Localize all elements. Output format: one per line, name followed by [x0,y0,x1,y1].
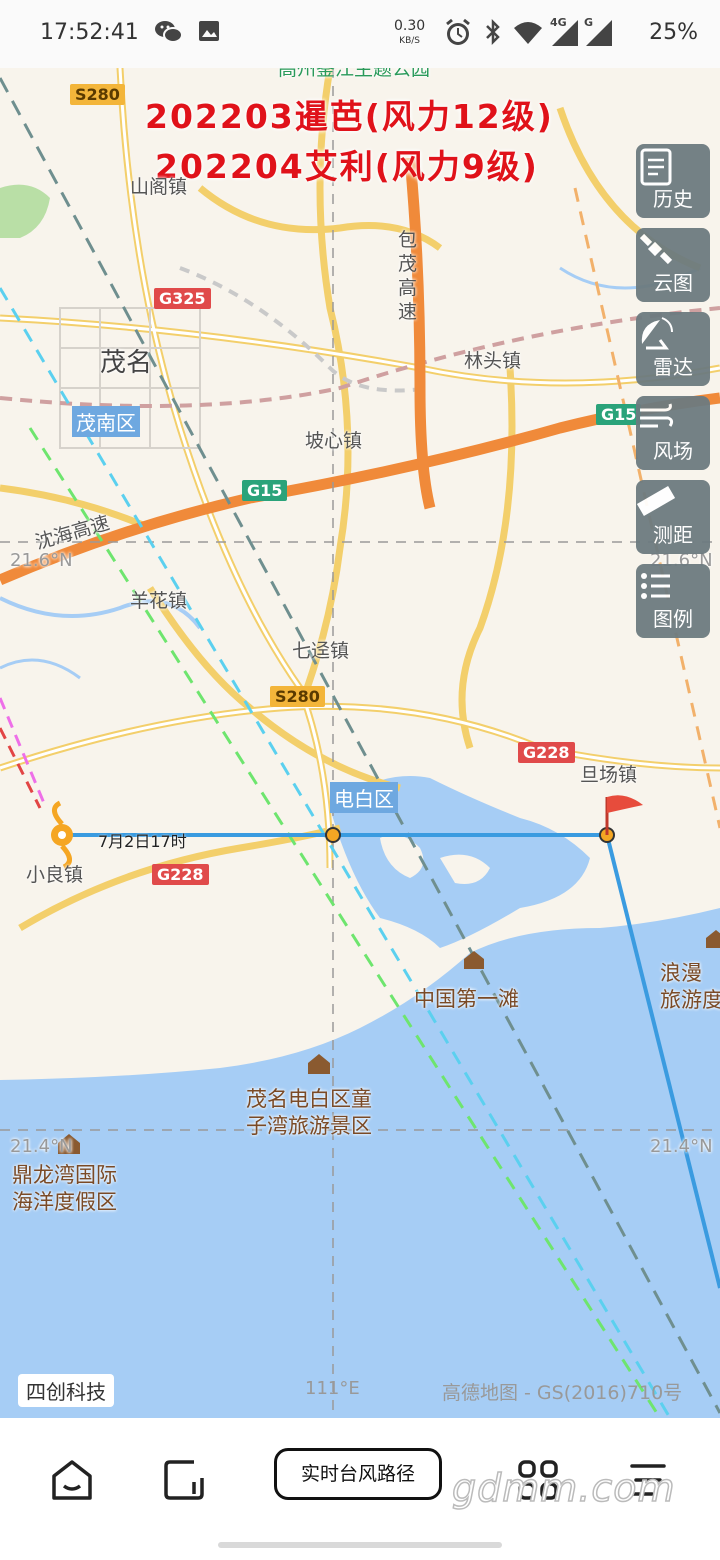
typhoon-icon[interactable] [51,800,73,870]
flag-icon[interactable] [605,795,643,835]
battery-percent: 25% [649,20,698,45]
brand-label: 四创科技 [18,1374,114,1407]
lat-label-214-right: 21.4°N [650,1136,713,1157]
poi-first-beach[interactable]: 中国第一滩 [414,986,519,1013]
network-g-label: G [584,16,594,29]
wifi-icon [512,18,544,50]
map-label-maoming: 茂名 [100,348,153,378]
cloud-image-label: 云图 [653,271,693,295]
radar-label: 雷达 [653,355,693,379]
status-time: 17:52:41 [40,20,139,45]
typhoon-title-2: 202204艾利(风力9级) [155,147,539,186]
road-g15-mid: G15 [242,480,288,501]
wind-field-button[interactable]: 风场 [636,396,710,470]
poi-dinglongwan[interactable]: 鼎龙湾国际 海洋度假区 [12,1162,117,1216]
satellite-icon [636,228,710,274]
bottom-nav: 实时台风路径 gdmm.com [0,1418,720,1560]
signal-icon: G [584,16,614,52]
legend-label: 图例 [653,607,693,631]
district-dianbai: 电白区 [330,782,398,813]
net-speed-unit: KB/S [399,36,420,46]
map-label-shange: 山阁镇 [130,176,188,198]
district-maonan: 茂南区 [72,406,140,437]
typhoon-map[interactable]: 202203暹芭(风力12级) 202204艾利(风力9级) 高州鉴江主题公园 … [0,68,720,1418]
watermark: gdmm.com [451,1465,676,1511]
map-label-danchang: 旦场镇 [580,764,638,786]
lat-label-216-left: 21.6°N [10,550,73,571]
realtime-typhoon-button[interactable]: 实时台风路径 [274,1448,442,1500]
lng-label-111: 111°E [305,1378,360,1399]
road-s280-mid: S280 [270,686,325,707]
signal-icon: 4G [550,16,580,52]
map-copyright: 高德地图 - GS(2016)710号 [442,1382,683,1404]
network-4g-label: 4G [550,16,567,29]
radar-button[interactable]: 雷达 [636,312,710,386]
alarm-icon [444,18,472,52]
legend-button[interactable]: 图例 [636,564,710,638]
wind-field-label: 风场 [653,439,693,463]
map-label-baomao-hwy: 包茂高速 [398,229,418,323]
radar-icon [636,312,710,358]
wind-icon [636,396,710,442]
home-icon[interactable] [46,1454,98,1506]
measure-button[interactable]: 测距 [636,480,710,554]
net-speed-value: 0.30 [394,18,426,34]
map-label-top-cut: 高州鉴江主题公园 [278,68,431,80]
history-icon [636,144,710,190]
cloud-image-button[interactable]: 云图 [636,228,710,302]
poi-tongziwan[interactable]: 茂名电白区童 子湾旅游景区 [246,1086,372,1140]
lat-label-214-left: 21.4°N [10,1136,73,1157]
window-icon[interactable] [158,1454,210,1506]
track-time-label: 7月2日17时 [98,832,187,851]
status-bar: 17:52:41 0.30 KB/S 4G G 25% [0,0,720,68]
poi-langman[interactable]: 浪漫 旅游度 [660,960,720,1014]
typhoon-title-1: 202203暹芭(风力12级) [145,97,554,136]
road-s280-top: S280 [70,84,125,105]
home-indicator[interactable] [218,1542,502,1548]
wechat-icon [154,18,184,50]
map-label-xiaoliang: 小良镇 [26,864,84,886]
history-button[interactable]: 历史 [636,144,710,218]
legend-icon [636,564,710,610]
map-label-poxin: 坡心镇 [305,430,363,452]
road-g228-mid: G228 [518,742,575,763]
road-g325: G325 [154,288,211,309]
measure-label: 测距 [653,523,693,547]
ruler-icon [636,480,710,526]
map-label-lintou: 林头镇 [464,350,522,372]
road-g15-right: G15 [596,404,642,425]
bluetooth-icon [484,18,502,50]
history-label: 历史 [653,187,693,211]
map-label-qijing: 七迳镇 [292,640,350,662]
net-speed: 0.30 KB/S [394,18,426,48]
gallery-icon [198,18,220,48]
road-g228-left: G228 [152,864,209,885]
map-label-ganghua: 羊花镇 [130,590,188,612]
